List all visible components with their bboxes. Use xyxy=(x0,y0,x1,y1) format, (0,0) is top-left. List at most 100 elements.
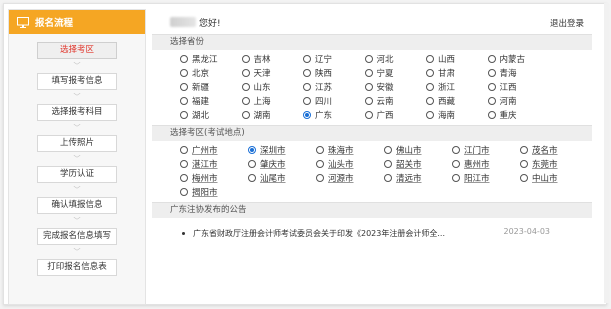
city-option[interactable]: 梅州市 xyxy=(180,172,248,184)
radio-button[interactable] xyxy=(487,55,496,63)
radio-button[interactable] xyxy=(316,146,324,154)
province-option[interactable]: 青海 xyxy=(487,67,550,79)
radio-button[interactable] xyxy=(487,111,496,119)
province-option[interactable]: 西藏 xyxy=(426,95,488,107)
province-option[interactable]: 江苏 xyxy=(303,81,365,93)
province-option[interactable]: 云南 xyxy=(364,95,427,107)
city-option[interactable]: 湛江市 xyxy=(180,158,248,170)
radio-button[interactable] xyxy=(384,174,392,182)
radio-button[interactable] xyxy=(426,55,434,63)
radio-button[interactable] xyxy=(248,174,256,182)
province-option[interactable]: 新疆 xyxy=(180,81,242,93)
province-option[interactable]: 陕西 xyxy=(303,67,365,79)
radio-button[interactable] xyxy=(180,97,188,105)
province-option[interactable]: 内蒙古 xyxy=(487,53,550,65)
city-option[interactable]: 阳江市 xyxy=(452,172,520,184)
radio-button[interactable] xyxy=(180,160,188,168)
province-option[interactable]: 宁夏 xyxy=(364,67,427,79)
city-option[interactable]: 河源市 xyxy=(316,172,384,184)
radio-button[interactable] xyxy=(452,174,460,182)
city-option[interactable]: 东莞市 xyxy=(520,158,588,170)
radio-button[interactable] xyxy=(487,97,496,105)
province-option[interactable]: 福建 xyxy=(180,95,242,107)
radio-button[interactable] xyxy=(241,111,250,119)
radio-button[interactable] xyxy=(248,160,256,168)
province-option[interactable]: 甘肃 xyxy=(426,67,488,79)
radio-button[interactable] xyxy=(452,160,460,168)
province-option[interactable]: 上海 xyxy=(241,95,304,107)
step-button[interactable]: 学历认证 xyxy=(37,166,117,183)
province-option[interactable]: 黑龙江 xyxy=(180,53,242,65)
radio-button[interactable] xyxy=(364,97,373,105)
radio-button[interactable] xyxy=(303,83,311,91)
radio-button[interactable] xyxy=(180,111,188,119)
province-option[interactable]: 浙江 xyxy=(426,81,488,93)
radio-button[interactable] xyxy=(452,146,460,154)
province-option[interactable]: 湖北 xyxy=(180,109,242,121)
radio-button[interactable] xyxy=(316,174,324,182)
province-option[interactable]: 湖南 xyxy=(241,109,304,121)
step-button[interactable]: 上传照片 xyxy=(37,135,117,152)
city-option[interactable]: 佛山市 xyxy=(384,144,452,156)
province-option[interactable]: 安徽 xyxy=(364,81,427,93)
city-option[interactable]: 汕头市 xyxy=(316,158,384,170)
province-option[interactable]: 河北 xyxy=(364,53,427,65)
radio-button[interactable] xyxy=(426,111,434,119)
province-option[interactable]: 广东 xyxy=(303,109,365,121)
step-button[interactable]: 选择报考科目 xyxy=(37,104,117,121)
city-option[interactable]: 肇庆市 xyxy=(248,158,316,170)
radio-button[interactable] xyxy=(180,55,188,63)
radio-button[interactable] xyxy=(364,111,373,119)
radio-button[interactable] xyxy=(303,55,311,63)
logout-link[interactable]: 退出登录 xyxy=(550,17,584,29)
province-option[interactable]: 广西 xyxy=(364,109,427,121)
step-button[interactable]: 选择考区 xyxy=(37,42,117,59)
city-option[interactable]: 揭阳市 xyxy=(180,186,248,198)
province-option[interactable]: 北京 xyxy=(180,67,242,79)
radio-button[interactable] xyxy=(180,69,188,77)
radio-button[interactable] xyxy=(303,111,311,119)
province-option[interactable]: 重庆 xyxy=(487,109,550,121)
radio-button[interactable] xyxy=(364,55,373,63)
notice-link[interactable]: 广东省财政厅注册会计师考试委员会关于印发《2023年注册会计师全... xyxy=(193,228,445,239)
radio-button[interactable] xyxy=(180,188,188,196)
radio-button[interactable] xyxy=(426,97,434,105)
radio-button[interactable] xyxy=(364,69,373,77)
radio-button[interactable] xyxy=(180,83,188,91)
province-option[interactable]: 河南 xyxy=(487,95,550,107)
radio-button[interactable] xyxy=(241,69,250,77)
city-option[interactable]: 惠州市 xyxy=(452,158,520,170)
radio-button[interactable] xyxy=(487,83,496,91)
radio-button[interactable] xyxy=(241,97,250,105)
radio-button[interactable] xyxy=(316,160,324,168)
province-option[interactable]: 吉林 xyxy=(241,53,304,65)
step-button[interactable]: 确认填报信息 xyxy=(37,197,117,214)
province-option[interactable]: 山东 xyxy=(241,81,304,93)
radio-button[interactable] xyxy=(241,83,250,91)
province-option[interactable]: 山西 xyxy=(426,53,488,65)
radio-button[interactable] xyxy=(384,160,392,168)
city-option[interactable]: 江门市 xyxy=(452,144,520,156)
province-option[interactable]: 辽宁 xyxy=(303,53,365,65)
city-option[interactable]: 汕尾市 xyxy=(248,172,316,184)
radio-button[interactable] xyxy=(426,83,434,91)
radio-button[interactable] xyxy=(426,69,434,77)
city-option[interactable]: 韶关市 xyxy=(384,158,452,170)
radio-button[interactable] xyxy=(364,83,373,91)
radio-button[interactable] xyxy=(384,146,392,154)
city-option[interactable]: 广州市 xyxy=(180,144,248,156)
step-button[interactable]: 填写报考信息 xyxy=(37,73,117,90)
province-option[interactable]: 天津 xyxy=(241,67,304,79)
radio-button[interactable] xyxy=(248,146,256,154)
radio-button[interactable] xyxy=(520,160,528,168)
province-option[interactable]: 四川 xyxy=(303,95,365,107)
city-option[interactable]: 深圳市 xyxy=(248,144,316,156)
radio-button[interactable] xyxy=(520,174,528,182)
scrollbar[interactable] xyxy=(604,3,609,303)
step-button[interactable]: 完成报名信息填写 xyxy=(37,228,117,245)
province-option[interactable]: 海南 xyxy=(426,109,488,121)
radio-button[interactable] xyxy=(487,69,496,77)
radio-button[interactable] xyxy=(180,146,188,154)
step-button[interactable]: 打印报名信息表 xyxy=(37,259,117,276)
city-option[interactable]: 清远市 xyxy=(384,172,452,184)
